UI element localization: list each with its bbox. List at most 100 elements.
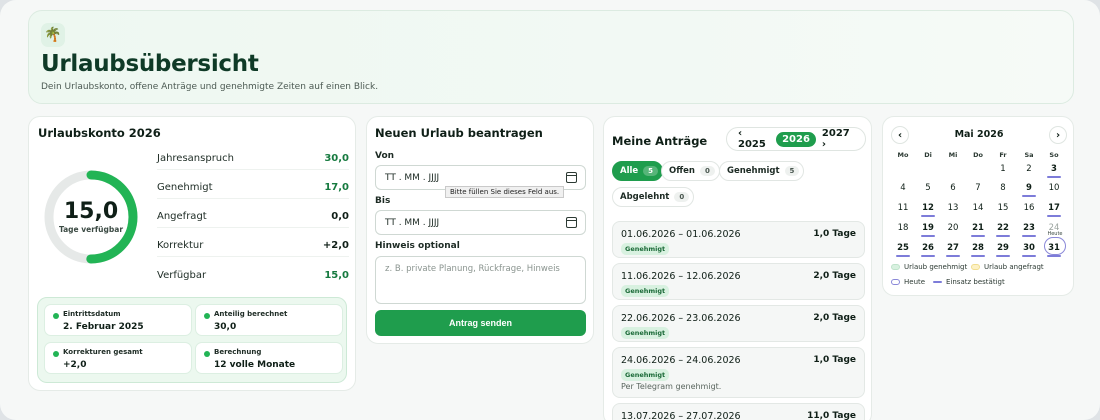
status-dot [53, 351, 59, 357]
weekday-label: Fr [999, 151, 1007, 159]
status-dot [53, 313, 59, 319]
stat-value: 15,0 [324, 269, 349, 281]
page-subtitle: Dein Urlaubskonto, offene Anträge und ge… [41, 82, 379, 92]
chevron-right-icon[interactable]: › [1049, 126, 1067, 144]
calendar-day[interactable]: 21 [968, 221, 988, 237]
legend-requested: Urlaub angefragt [971, 263, 1044, 271]
status-badge: Genehmigt [621, 327, 670, 339]
calendar-day[interactable]: 13 [943, 201, 963, 217]
calendar-day[interactable]: 12 [918, 201, 938, 217]
weekday-label: Mi [948, 151, 958, 159]
request-note: Per Telegram genehmigt. [621, 382, 722, 391]
next-year-button[interactable]: 2027 › [816, 126, 860, 152]
requests-title: Meine Anträge [612, 134, 708, 148]
request-days: 2,0 Tage [813, 313, 856, 323]
calendar-day[interactable]: 18 [893, 221, 913, 237]
filter-open[interactable]: Offen 0 [661, 161, 720, 181]
calendar-day[interactable]: 11 [893, 201, 913, 217]
info-start-date: Eintrittsdatum 2. Februar 2025 [44, 304, 192, 336]
stat-label: Verfügbar [157, 269, 207, 281]
stat-row-available: Verfügbar 15,0 [157, 264, 349, 286]
filter-count: 5 [643, 166, 659, 176]
request-item[interactable]: 22.06.2026 – 23.06.2026 2,0 Tage Genehmi… [612, 305, 865, 342]
note-textarea[interactable]: z. B. private Planung, Rückfrage, Hinwei… [375, 256, 586, 304]
request-item[interactable]: 13.07.2026 – 27.07.2026 11,0 Tage [612, 403, 865, 420]
legend-approved: Urlaub genehmigt [891, 263, 967, 271]
calendar-day[interactable]: 10 [1044, 181, 1064, 197]
legend-label: Einsatz bestätigt [946, 278, 1005, 286]
calendar-day[interactable]: 29 [993, 241, 1013, 257]
remaining-days-value: 15,0 [63, 199, 119, 224]
calendar-day[interactable]: 25 [893, 241, 913, 257]
request-item[interactable]: 24.06.2026 – 24.06.2026 1,0 Tage Genehmi… [612, 347, 865, 398]
calendar-day[interactable]: 3 [1044, 162, 1064, 178]
filter-count: 5 [784, 166, 800, 176]
calendar-day[interactable]: 27 [943, 241, 963, 257]
calendar-day[interactable]: 7 [968, 181, 988, 197]
request-dates: 22.06.2026 – 23.06.2026 [621, 313, 741, 324]
status-badge: Genehmigt [621, 369, 670, 381]
validation-tooltip: Bitte füllen Sie dieses Feld aus. [445, 186, 565, 198]
calendar-icon[interactable] [566, 172, 577, 183]
filter-rejected[interactable]: Abgelehnt 0 [612, 187, 695, 207]
request-item[interactable]: 01.06.2026 – 01.06.2026 1,0 Tage Genehmi… [612, 221, 865, 258]
submit-request-button[interactable]: Antrag senden [375, 310, 586, 336]
stat-label: Angefragt [157, 211, 207, 222]
account-title: Urlaubskonto 2026 [38, 126, 161, 140]
request-days: 2,0 Tage [813, 271, 856, 281]
calendar-day[interactable]: 2 [1019, 162, 1039, 178]
stat-row-requested: Angefragt 0,0 [157, 206, 349, 228]
request-days: 1,0 Tage [813, 229, 856, 239]
calendar-day[interactable]: 8 [993, 181, 1013, 197]
calendar-card: ‹ Mai 2026 › Mo Di Mi Do Fr Sa So 1 2 3 4 5 6 7 8 9 10 11… [882, 116, 1074, 296]
stat-label: Korrektur [157, 240, 204, 251]
request-days: 11,0 Tage [807, 411, 856, 420]
to-date-input[interactable]: TT . MM . JJJJ [375, 210, 586, 235]
weekday-label: Do [973, 151, 983, 159]
calendar-icon[interactable] [566, 217, 577, 228]
today-marker [1044, 237, 1066, 255]
weekday-label: So [1049, 151, 1059, 159]
filter-all[interactable]: Alle 5 [612, 161, 664, 181]
calendar-day[interactable]: 15 [993, 201, 1013, 217]
stat-row-entitlement: Jahresanspruch 30,0 [157, 148, 349, 170]
calendar-day[interactable]: 26 [918, 241, 938, 257]
status-dot [204, 313, 210, 319]
my-requests-card: Meine Anträge ‹ 2025 2026 2027 › Alle 5 … [603, 116, 872, 420]
filter-approved[interactable]: Genehmigt 5 [719, 161, 805, 181]
calendar-day[interactable]: 28 [968, 241, 988, 257]
stat-value: +2,0 [322, 240, 349, 251]
calendar-day[interactable]: 30 [1019, 241, 1039, 257]
calendar-month-title: Mai 2026 [954, 129, 1004, 140]
calendar-day[interactable]: 14 [968, 201, 988, 217]
calendar-day[interactable]: 6 [943, 181, 963, 197]
remaining-days-label: Tage verfügbar [58, 225, 124, 234]
vacation-account-card: Urlaubskonto 2026 15,0 Tage verfügbar Ja… [28, 116, 356, 391]
calendar-day[interactable]: 17 [1044, 201, 1064, 217]
calendar-day[interactable]: 22 [993, 221, 1013, 237]
legend-swatch [971, 264, 980, 270]
stat-value: 17,0 [324, 182, 349, 193]
hero-banner: 🌴 Urlaubsübersicht Dein Urlaubskonto, of… [28, 10, 1074, 104]
to-label: Bis [375, 196, 391, 206]
prev-year-button[interactable]: ‹ 2025 [732, 126, 776, 152]
calendar-day[interactable]: 4 [893, 181, 913, 197]
legend-swatch [933, 281, 942, 283]
request-dates: 01.06.2026 – 01.06.2026 [621, 229, 741, 240]
request-dates: 24.06.2026 – 24.06.2026 [621, 355, 741, 366]
status-dot [204, 351, 210, 357]
stat-row-correction: Korrektur +2,0 [157, 235, 349, 257]
request-item[interactable]: 11.06.2026 – 12.06.2026 2,0 Tage Genehmi… [612, 263, 865, 300]
current-year-button[interactable]: 2026 [776, 131, 816, 147]
calendar-day[interactable]: 1 [993, 162, 1013, 178]
year-switcher: ‹ 2025 2026 2027 › [726, 127, 866, 151]
calendar-day[interactable]: 19 [918, 221, 938, 237]
calendar-day[interactable]: 5 [918, 181, 938, 197]
stat-label: Genehmigt [157, 182, 213, 193]
filter-label: Alle [620, 166, 639, 176]
request-dates: 13.07.2026 – 27.07.2026 [621, 411, 741, 420]
calendar-day[interactable]: 9 [1019, 181, 1039, 197]
calendar-day[interactable]: 20 [943, 221, 963, 237]
calendar-day[interactable]: 23 [1019, 221, 1039, 237]
calendar-day[interactable]: 16 [1019, 201, 1039, 217]
